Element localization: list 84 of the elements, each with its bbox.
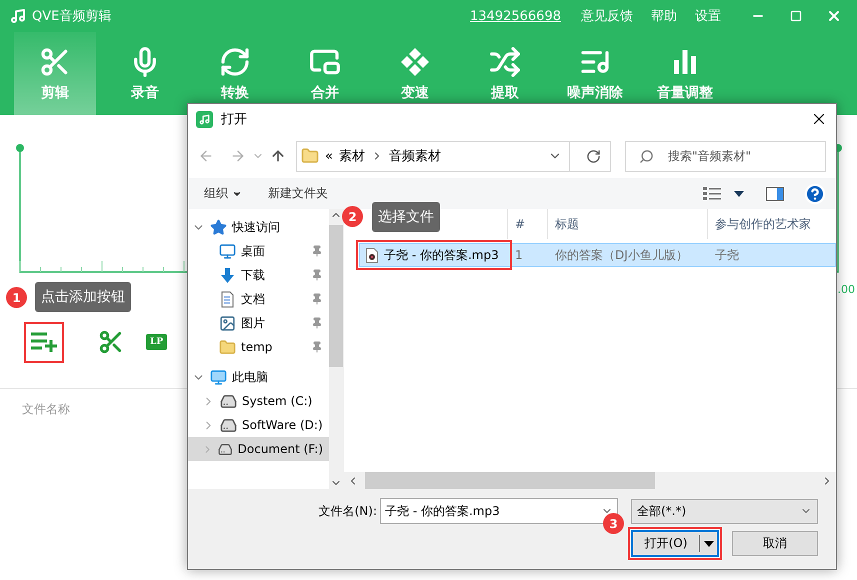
column-header[interactable]: 参与创作的艺术家 xyxy=(707,209,827,239)
music-note-icon xyxy=(10,8,26,24)
filename-label: 文件名(N): xyxy=(318,502,377,520)
track-title: 你的答案（DJ小鱼儿版） xyxy=(554,246,689,264)
artist-name: 子尧 xyxy=(714,246,740,264)
track-number: 1 xyxy=(514,247,524,264)
column-header: 文件名称 xyxy=(22,401,70,418)
end-time: .00 xyxy=(838,283,855,298)
close-icon xyxy=(826,8,842,24)
nav-label: 文档 xyxy=(241,290,266,308)
diamonds-icon xyxy=(399,46,431,78)
forward-arrow-icon xyxy=(230,148,246,164)
download-icon xyxy=(219,266,236,284)
file-row[interactable]: 子尧 - 你的答案.mp3 1 你的答案（DJ小鱼儿版） 子尧 xyxy=(359,243,836,267)
preview-pane-icon xyxy=(766,186,784,200)
nav-label: Document (F:) xyxy=(238,442,323,456)
cancel-button[interactable]: 取消 xyxy=(732,531,818,556)
nav-item[interactable]: temp xyxy=(188,335,329,359)
search-field[interactable]: 搜索"音频素材" xyxy=(625,140,826,172)
nav-item[interactable]: Document (F:) xyxy=(188,437,329,461)
nav-label: SoftWare (D:) xyxy=(242,418,323,432)
breadcrumb[interactable]: 音频素材 xyxy=(388,147,441,165)
scrollbar-thumb[interactable] xyxy=(329,225,343,367)
refresh-icon xyxy=(219,46,251,78)
folder-icon xyxy=(219,338,236,356)
tooltip: 点击添加按钮 xyxy=(35,282,131,312)
app-title: QVE音频剪辑 xyxy=(32,8,112,25)
dialog-title: 打开 xyxy=(221,111,247,128)
add-list-icon xyxy=(30,331,58,353)
nav-label: System (C:) xyxy=(242,394,314,408)
lp-badge[interactable]: LP xyxy=(146,334,168,350)
nav-label: temp xyxy=(241,340,274,354)
image-icon xyxy=(219,314,236,332)
caret-icon xyxy=(734,190,744,196)
command-button[interactable]: 新建文件夹 xyxy=(268,185,328,202)
file-name: 子尧 - 你的答案.mp3 xyxy=(360,244,508,266)
system-drive-icon xyxy=(220,392,237,410)
nav-label: 快速访问 xyxy=(232,218,281,236)
column-header[interactable]: 标题 xyxy=(547,209,707,239)
breadcrumb-overflow[interactable]: « xyxy=(325,148,333,164)
nav-item[interactable]: SoftWare (D:) xyxy=(188,413,329,437)
search-icon xyxy=(639,148,654,164)
nav-item[interactable]: 下载 xyxy=(188,263,329,287)
app-icon xyxy=(196,110,213,128)
nav-label: 下载 xyxy=(241,266,266,284)
filetype-select[interactable]: 全部(*.*) xyxy=(631,498,818,524)
nav-item[interactable]: 此电脑 xyxy=(188,365,329,389)
up-button[interactable] xyxy=(270,148,286,164)
computer-icon xyxy=(210,368,227,386)
view-list-icon xyxy=(702,186,722,202)
document-icon xyxy=(219,290,236,308)
breadcrumb[interactable]: 素材 xyxy=(338,147,365,165)
nav-label: 此电脑 xyxy=(232,368,269,386)
drive-icon xyxy=(220,416,237,434)
monitor-icon xyxy=(219,242,236,260)
nav-label: 图片 xyxy=(241,314,266,332)
nav-item[interactable]: 文档 xyxy=(188,287,329,311)
command-button[interactable]: 组织 xyxy=(204,185,242,202)
back-button[interactable] xyxy=(198,148,214,164)
nav-item[interactable]: 图片 xyxy=(188,311,329,335)
forward-button[interactable] xyxy=(230,148,246,164)
nav-item[interactable]: 桌面 xyxy=(188,239,329,263)
caret-icon xyxy=(704,540,714,546)
preview-pane-button[interactable] xyxy=(766,186,784,200)
audio-file-icon xyxy=(366,248,378,262)
step-badge: 1 xyxy=(6,287,27,308)
star-icon xyxy=(210,218,227,236)
add-file-button[interactable] xyxy=(24,322,64,362)
refresh-icon xyxy=(586,148,600,164)
view-button[interactable] xyxy=(702,186,722,202)
nav-label: 桌面 xyxy=(241,242,266,260)
column-header[interactable]: # xyxy=(507,209,547,239)
shuffle-icon xyxy=(489,46,521,78)
nav-item[interactable]: System (C:) xyxy=(188,389,329,413)
maximize-icon xyxy=(790,10,802,22)
open-button[interactable]: 打开(O) xyxy=(631,530,719,557)
nav-item[interactable]: 快速访问 xyxy=(188,215,329,239)
help-icon[interactable] xyxy=(804,182,826,204)
scissors-icon[interactable] xyxy=(98,329,124,355)
tooltip: 选择文件 xyxy=(372,202,440,232)
view-menu-button[interactable] xyxy=(734,190,744,196)
scrollbar-thumb[interactable] xyxy=(365,472,655,489)
address-bar[interactable]: « 素材 音频素材 xyxy=(296,140,611,172)
folder-icon xyxy=(301,147,319,165)
